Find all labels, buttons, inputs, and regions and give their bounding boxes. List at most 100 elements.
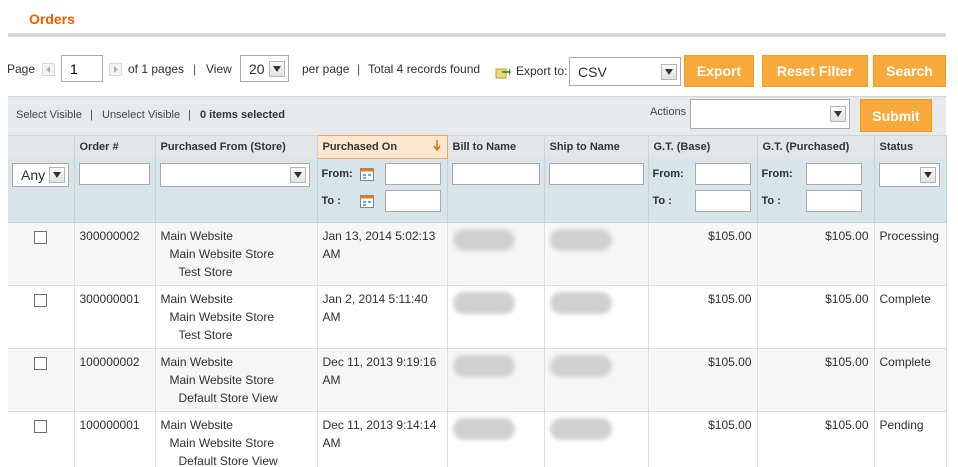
status: Complete bbox=[874, 348, 947, 412]
date-from-input[interactable] bbox=[384, 163, 441, 185]
gt-base-from-input[interactable] bbox=[694, 162, 751, 185]
store-website: Main Website bbox=[160, 418, 233, 432]
export-format-select[interactable]: CSV bbox=[569, 57, 681, 86]
date-from-label: From: bbox=[321, 168, 353, 180]
gt-purchased-from-label: From: bbox=[761, 167, 793, 180]
gt-base-from-label: From: bbox=[652, 167, 684, 180]
next-page-icon[interactable] bbox=[109, 63, 122, 76]
separator: | bbox=[90, 109, 93, 121]
column-header-purchased-on[interactable]: Purchased On bbox=[316, 135, 448, 159]
gt-purchased: $105.00 bbox=[757, 348, 875, 412]
column-header-label: Purchased On bbox=[322, 141, 398, 153]
column-header-gt-purchased[interactable]: G.T. (Purchased) bbox=[757, 135, 875, 159]
page-title: Orders bbox=[29, 11, 75, 27]
order-number: 100000002 bbox=[74, 348, 156, 412]
gt-purchased-to-label: To : bbox=[761, 194, 781, 207]
order-number: 300000002 bbox=[74, 222, 156, 286]
purchased-on-cell: Jan 13, 2014 5:02:13 AM bbox=[317, 222, 448, 286]
view-label: View bbox=[206, 62, 232, 76]
unselect-visible-link[interactable]: Unselect Visible bbox=[102, 109, 180, 121]
submit-button[interactable]: Submit bbox=[860, 99, 932, 132]
prev-page-icon[interactable] bbox=[42, 63, 55, 76]
export-label: Export to: bbox=[516, 64, 568, 78]
row-checkbox[interactable] bbox=[34, 357, 48, 370]
purchased-on-date: Jan 2, 2014 5:11:40 bbox=[322, 292, 428, 306]
export-format-value: CSV bbox=[578, 63, 607, 80]
gt-base: $105.00 bbox=[648, 411, 758, 467]
row-checkbox[interactable] bbox=[34, 294, 48, 307]
status-filter-select[interactable] bbox=[878, 162, 940, 187]
store-cell: Main Website Main Website Store Default … bbox=[155, 411, 318, 467]
table-row[interactable]: 100000002 Main Website Main Website Stor… bbox=[8, 348, 947, 412]
store-website: Main Website bbox=[160, 292, 233, 306]
total-records: Total 4 records found bbox=[368, 62, 481, 76]
gt-purchased-from-input[interactable] bbox=[805, 162, 862, 185]
per-page-value: 20 bbox=[249, 60, 265, 77]
header-row: Order # Purchased From (Store) Purchased… bbox=[8, 135, 947, 159]
redacted-name bbox=[549, 418, 612, 440]
date-to-label: To : bbox=[321, 195, 341, 207]
redacted-name bbox=[549, 292, 612, 314]
column-header-massaction bbox=[8, 135, 75, 159]
store-name: Main Website Store bbox=[169, 310, 275, 324]
bill-to-filter-input[interactable] bbox=[451, 162, 540, 185]
separator: | bbox=[188, 109, 191, 121]
gt-base: $105.00 bbox=[648, 222, 758, 286]
order-filter-input[interactable] bbox=[78, 162, 150, 185]
column-header-gt-base[interactable]: G.T. (Base) bbox=[648, 135, 758, 159]
column-header-bill-to[interactable]: Bill to Name bbox=[447, 135, 545, 159]
ship-to-name bbox=[544, 411, 649, 467]
calendar-icon[interactable] bbox=[359, 194, 374, 208]
separator: | bbox=[357, 62, 361, 76]
select-visible-link[interactable]: Select Visible bbox=[16, 109, 82, 121]
redacted-name bbox=[452, 229, 515, 251]
row-checkbox[interactable] bbox=[34, 420, 48, 433]
column-header-ship-to[interactable]: Ship to Name bbox=[544, 135, 649, 159]
massaction-filter-select[interactable]: Any bbox=[12, 162, 69, 187]
column-header-order[interactable]: Order # bbox=[74, 135, 156, 159]
column-header-store[interactable]: Purchased From (Store) bbox=[155, 135, 318, 159]
reset-filter-button[interactable]: Reset Filter bbox=[762, 55, 868, 87]
search-button[interactable]: Search bbox=[873, 55, 946, 87]
export-button[interactable]: Export bbox=[684, 55, 754, 87]
gt-base: $105.00 bbox=[648, 285, 758, 349]
sort-arrow-down-icon bbox=[432, 140, 441, 155]
store-cell: Main Website Main Website Store Test Sto… bbox=[155, 222, 318, 286]
actions-select[interactable] bbox=[690, 99, 850, 129]
status: Pending bbox=[874, 411, 947, 467]
bill-to-name bbox=[447, 222, 545, 286]
column-header-status[interactable]: Status bbox=[874, 135, 947, 159]
status: Complete bbox=[874, 285, 947, 349]
purchased-on-meridiem: AM bbox=[322, 373, 341, 387]
table-row[interactable]: 100000001 Main Website Main Website Stor… bbox=[8, 411, 947, 467]
purchased-on-meridiem: AM bbox=[322, 436, 341, 450]
per-page-text: per page bbox=[302, 62, 350, 76]
store-name: Main Website Store bbox=[169, 373, 275, 387]
order-number: 100000001 bbox=[74, 411, 156, 467]
table-row[interactable]: 300000002 Main Website Main Website Stor… bbox=[8, 222, 947, 286]
purchased-on-date: Dec 11, 2013 9:19:16 bbox=[322, 355, 437, 369]
per-page-select[interactable]: 20 bbox=[240, 55, 289, 82]
purchased-on-meridiem: AM bbox=[322, 247, 341, 261]
calendar-icon[interactable] bbox=[359, 167, 374, 181]
store-cell: Main Website Main Website Store Test Sto… bbox=[155, 285, 318, 349]
ship-to-name bbox=[544, 348, 649, 412]
purchased-on-date: Dec 11, 2013 9:14:14 bbox=[322, 418, 437, 432]
bill-to-name bbox=[447, 348, 545, 412]
gt-purchased-to-input[interactable] bbox=[805, 189, 862, 212]
store-view: Default Store View bbox=[178, 454, 278, 467]
ship-to-filter-input[interactable] bbox=[548, 162, 644, 185]
row-checkbox[interactable] bbox=[34, 231, 48, 244]
chevron-down-icon bbox=[269, 60, 285, 77]
date-to-input[interactable] bbox=[384, 190, 441, 212]
redacted-name bbox=[549, 229, 612, 251]
store-filter-select[interactable] bbox=[159, 162, 310, 187]
redacted-name bbox=[452, 355, 515, 377]
title-divider bbox=[8, 33, 946, 37]
page-label: Page bbox=[7, 62, 36, 76]
separator: | bbox=[193, 62, 197, 76]
redacted-name bbox=[549, 355, 612, 377]
gt-base-to-input[interactable] bbox=[694, 189, 751, 212]
page-number-input[interactable] bbox=[61, 55, 103, 82]
table-row[interactable]: 300000001 Main Website Main Website Stor… bbox=[8, 285, 947, 349]
